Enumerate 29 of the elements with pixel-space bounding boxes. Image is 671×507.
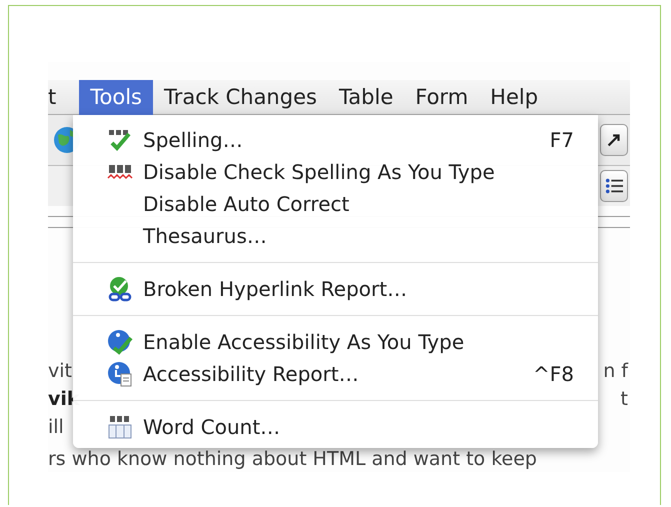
word-count-icon [107,414,133,440]
menu-item[interactable]: Disable Auto Correct [73,188,598,220]
menu-item[interactable]: Accessibility Report… ^F8 [73,358,598,390]
menu-title[interactable]: Tools [79,80,153,114]
document-text: vit [48,359,72,384]
resize-button[interactable] [600,124,628,156]
menu-item[interactable]: Enable Accessibility As You Type [73,326,598,358]
list-button[interactable] [600,170,628,202]
menu-item[interactable]: Disable Check Spelling As You Type [73,156,598,188]
menu-title[interactable]: t [48,80,68,114]
menu-item[interactable]: Spelling… F7 [73,124,598,156]
spell-check-icon [107,128,133,152]
list-icon [605,176,623,196]
document-text: vik [48,387,80,412]
document-text: n f [603,359,628,384]
document-text: ill [48,415,64,440]
menu-item[interactable]: Thesaurus… [73,220,598,252]
menu-title[interactable]: Track Changes [152,80,328,114]
broken-link-icon [107,276,133,302]
document-text: rs who know nothing about HTML and want to keep [48,447,537,472]
spelling-squiggle-icon [107,163,133,181]
accessibility-check-icon [107,329,133,355]
menu-title[interactable]: Form [404,80,480,114]
menu-title[interactable]: Table [328,80,404,114]
document-text: t [620,387,628,412]
menu-title[interactable]: Help [479,80,550,114]
menu-item[interactable]: Broken Hyperlink Report… [73,273,598,305]
menu-item[interactable]: Word Count… [73,411,598,443]
accessibility-report-icon [107,361,133,387]
